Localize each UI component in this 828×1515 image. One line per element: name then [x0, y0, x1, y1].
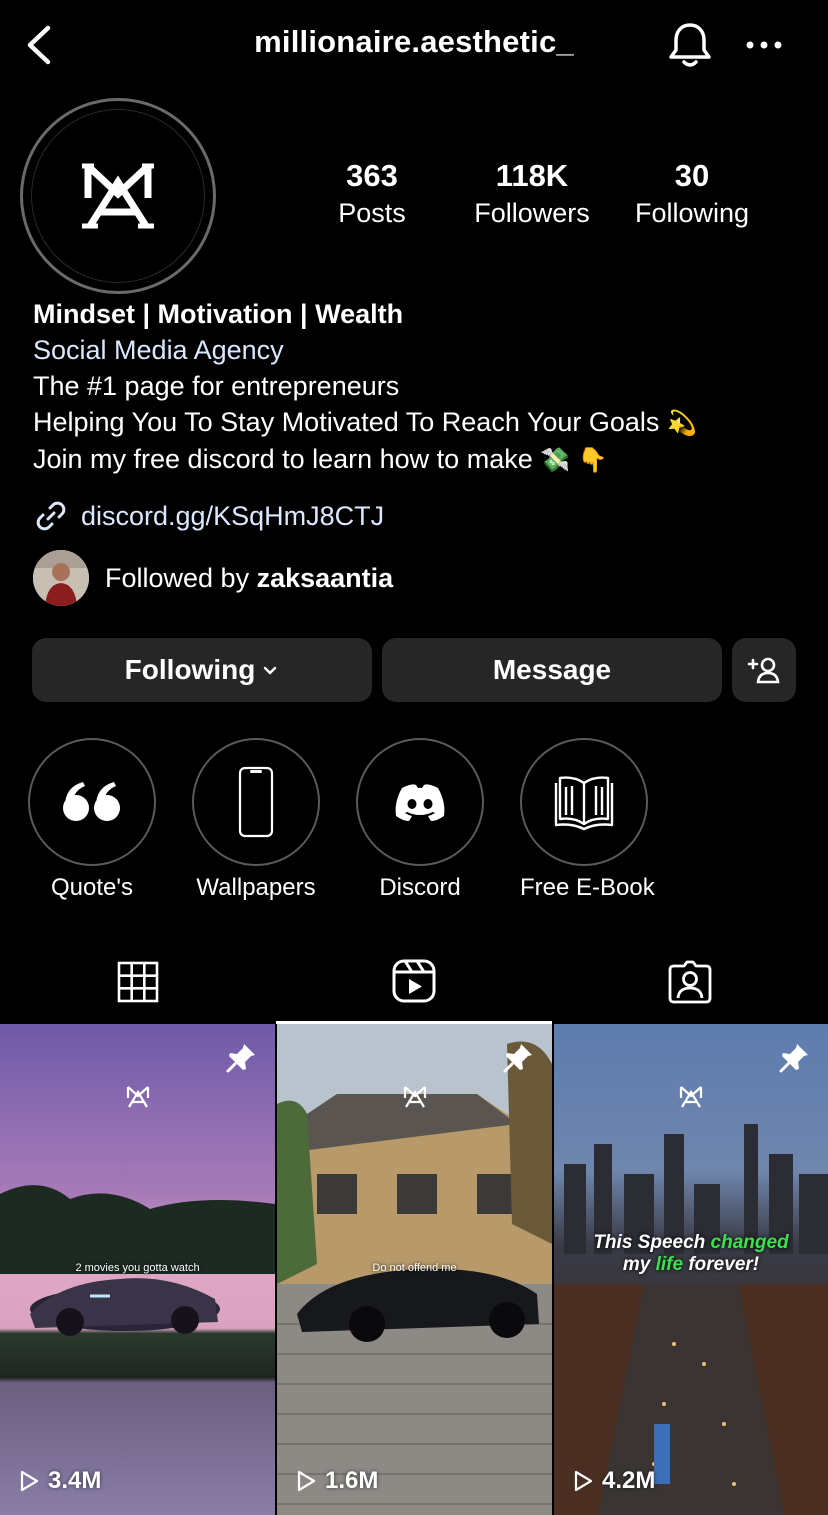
followers-count: 118K	[495, 158, 569, 193]
suggested-users-button[interactable]	[732, 638, 796, 702]
highlight-discord-cover[interactable]	[356, 738, 484, 866]
ma-logo-icon	[80, 158, 156, 234]
reels-icon	[392, 959, 436, 1002]
discord-icon	[395, 784, 445, 821]
ma-watermark-icon	[402, 1084, 428, 1110]
profile-category[interactable]: Social Media Agency	[33, 332, 813, 368]
posts-label: Posts	[338, 198, 406, 228]
add-user-icon	[747, 657, 780, 684]
posts-stat[interactable]: 363 Posts	[331, 158, 413, 230]
tagged-icon	[668, 960, 712, 1004]
highlight-discord[interactable]: Discord	[356, 738, 484, 902]
message-button[interactable]: Message	[382, 638, 722, 702]
phone-icon	[238, 766, 274, 838]
tab-reels[interactable]	[276, 940, 552, 1024]
reel-1-caption: 2 movies you gotta watch	[75, 1262, 200, 1274]
reel-2-views: 1.6M	[295, 1467, 378, 1495]
notification-bell-icon[interactable]	[666, 20, 714, 70]
highlight-ebook-cover[interactable]	[520, 738, 648, 866]
pin-icon	[225, 1042, 257, 1074]
posts-count: 363	[346, 158, 398, 193]
highlight-ebook[interactable]: Free E-Book	[520, 738, 655, 902]
message-button-label: Message	[492, 654, 612, 685]
following-button[interactable]: Following	[32, 638, 372, 702]
profile-tabs	[0, 940, 828, 1024]
dizzy-emoji: 💫	[666, 409, 697, 437]
top-bar: millionaire.aesthetic_	[0, 0, 828, 90]
followed-by-row[interactable]: Followed by zaksaantia	[33, 550, 393, 606]
play-icon	[574, 1470, 593, 1492]
book-icon	[554, 776, 614, 831]
highlight-wallpapers-cover[interactable]	[192, 738, 320, 866]
reel-thumbnail-3[interactable]: This Speech changed my life forever! 4.2…	[554, 1024, 828, 1515]
followers-stat[interactable]: 118K Followers	[466, 158, 598, 230]
bio-link-text[interactable]: discord.gg/KSqHmJ8CTJ	[81, 501, 384, 532]
play-icon	[20, 1470, 39, 1492]
reel-3-views: 4.2M	[572, 1467, 655, 1495]
link-icon	[36, 501, 66, 531]
highlight-quotes-label: Quote's	[51, 874, 133, 901]
following-button-label: Following	[124, 654, 256, 685]
grid-icon	[117, 961, 159, 1003]
following-count: 30	[674, 158, 710, 193]
reel-thumbnail-2[interactable]: Do not offend me 1.6M	[277, 1024, 552, 1515]
profile-bio: Mindset | Motivation | Wealth Social Med…	[33, 296, 813, 478]
follower-avatar[interactable]	[33, 550, 89, 606]
profile-name: Mindset | Motivation | Wealth	[33, 299, 404, 329]
highlight-quotes[interactable]: Quote's	[28, 738, 156, 902]
highlight-discord-label: Discord	[379, 874, 461, 901]
bio-link[interactable]: discord.gg/KSqHmJ8CTJ	[33, 496, 384, 536]
tab-tagged[interactable]	[552, 940, 828, 1024]
more-options-icon[interactable]	[742, 30, 786, 60]
following-stat[interactable]: 30 Following	[628, 158, 756, 230]
chevron-down-icon	[264, 666, 277, 675]
play-icon	[297, 1470, 316, 1492]
pin-icon	[502, 1042, 534, 1074]
bio-line-3: Join my free discord to learn how to mak…	[33, 444, 608, 474]
ma-watermark-icon	[125, 1084, 151, 1110]
highlight-wallpapers-label: Wallpapers	[196, 874, 316, 901]
reel-thumbnail-1[interactable]: 2 movies you gotta watch 3.4M	[0, 1024, 275, 1515]
reel-2-caption: Do not offend me	[372, 1262, 457, 1274]
highlight-quotes-cover[interactable]	[28, 738, 156, 866]
highlight-ebook-label: Free E-Book	[520, 874, 655, 901]
money-point-emoji: 💸 👇	[540, 446, 608, 474]
ma-watermark-icon	[678, 1084, 704, 1110]
bio-line-1: The #1 page for entrepreneurs	[33, 371, 400, 401]
followers-label: Followers	[474, 198, 590, 228]
reel-1-views: 3.4M	[18, 1467, 101, 1495]
bio-line-2: Helping You To Stay Motivated To Reach Y…	[33, 407, 697, 437]
highlight-wallpapers[interactable]: Wallpapers	[192, 738, 320, 902]
followed-by-text: Followed by zaksaantia	[105, 562, 394, 593]
tab-grid[interactable]	[0, 940, 276, 1024]
quote-icon	[63, 782, 120, 821]
following-label: Following	[634, 198, 750, 228]
reel-3-caption: This Speech changed my life forever!	[593, 1232, 789, 1275]
pin-icon	[778, 1042, 810, 1074]
